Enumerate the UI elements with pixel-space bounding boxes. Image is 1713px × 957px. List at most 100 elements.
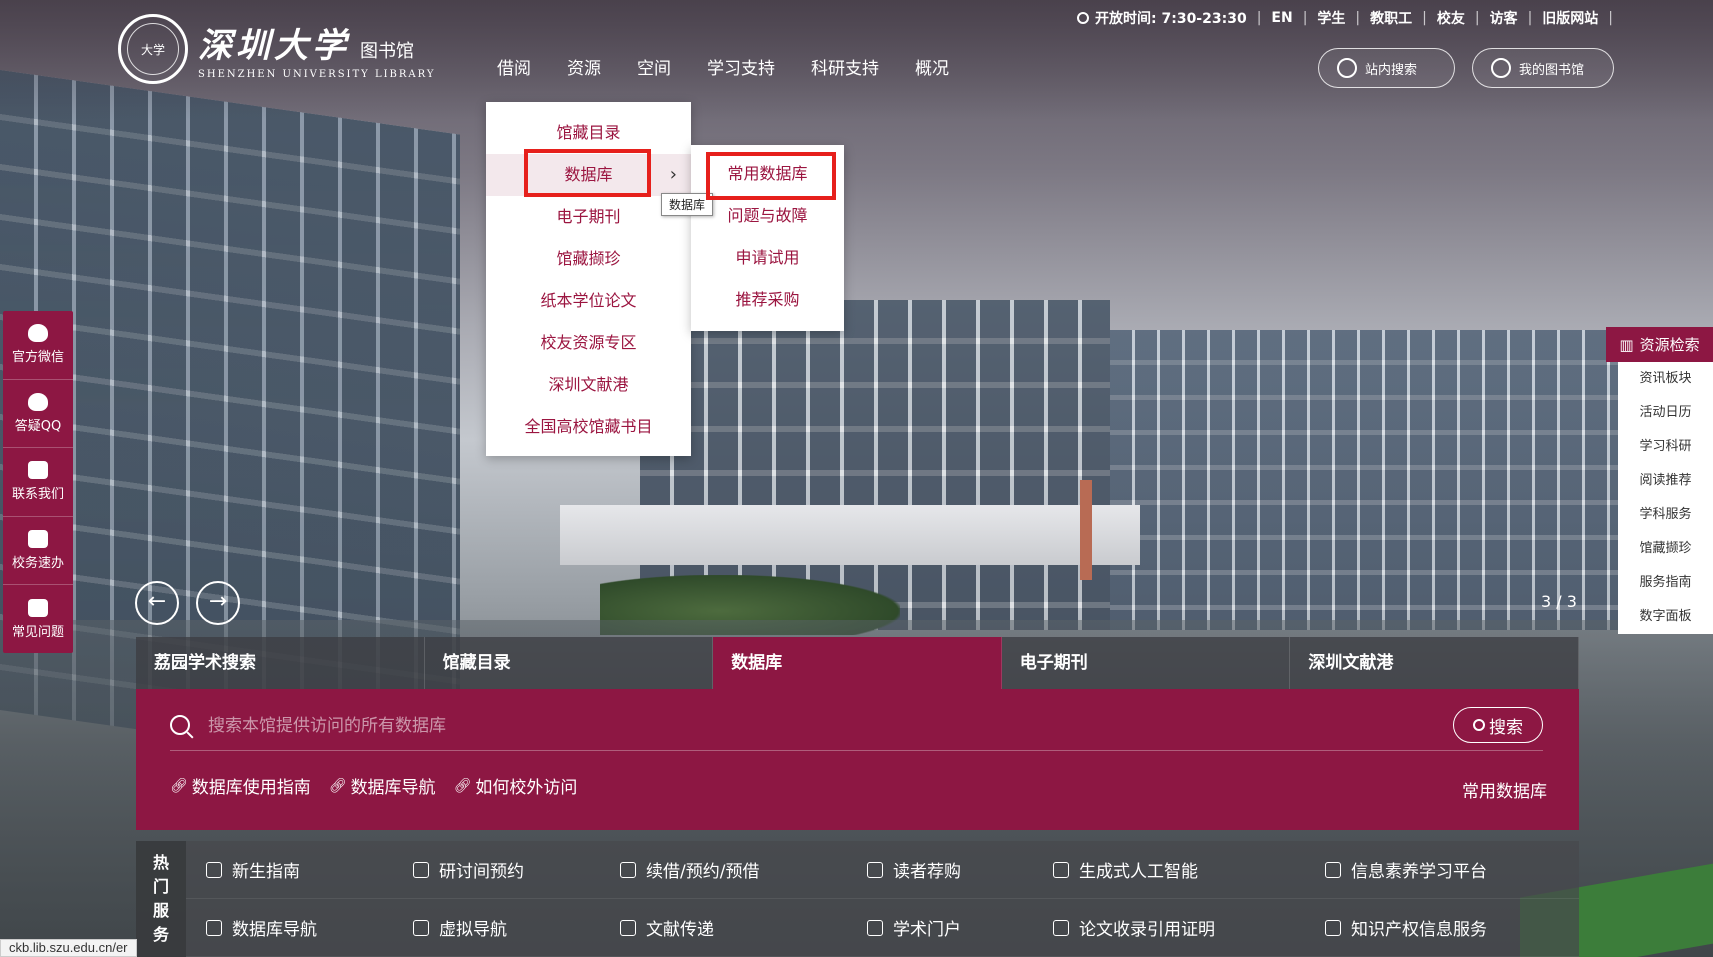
side-nav-calendar[interactable]: 活动日历: [1618, 396, 1713, 430]
common-db-button[interactable]: 常用数据库: [1462, 777, 1547, 802]
status-url-bar: ckb.lib.szu.edu.cn/er: [0, 939, 137, 957]
top-utility-bar: 开放时间: 7:30-23:30 | EN | 学生 | 教职工 | 校友 | …: [1077, 8, 1623, 28]
quick-faq[interactable]: 常见问题: [3, 585, 73, 653]
service-ip-info[interactable]: 知识产权信息服务: [1305, 899, 1579, 957]
nav-overview[interactable]: 概况: [897, 54, 967, 84]
book-icon: ▥: [1619, 335, 1634, 354]
link-icon: 🔗︎: [328, 777, 347, 794]
nav-resources[interactable]: 资源: [549, 54, 619, 84]
menu-item-print-theses[interactable]: 纸本学位论文: [486, 280, 691, 322]
link-old-site[interactable]: 旧版网站: [1542, 8, 1598, 28]
quick-contact[interactable]: 联系我们: [3, 448, 73, 517]
search-doc-icon: [1053, 919, 1069, 936]
side-nav-dashboard[interactable]: 数字面板: [1618, 600, 1713, 634]
guide-icon: [206, 861, 222, 878]
service-info-literacy[interactable]: 信息素养学习平台: [1305, 841, 1579, 899]
link-staff[interactable]: 教职工: [1370, 8, 1412, 28]
carousel-counter: 3 / 3: [1541, 592, 1577, 611]
nav-borrow[interactable]: 借阅: [497, 54, 549, 84]
tab-shenzhen-docs[interactable]: 深圳文献港: [1290, 637, 1579, 689]
tab-academic-search[interactable]: 荔园学术搜索: [136, 637, 425, 689]
resource-search-header[interactable]: ▥ 资源检索: [1606, 327, 1713, 362]
service-document-delivery[interactable]: 文献传递: [600, 899, 847, 957]
submenu-item-trial[interactable]: 申请试用: [691, 237, 844, 279]
person-icon: [1325, 861, 1341, 878]
link-icon: 🔗︎: [453, 777, 472, 794]
carousel-next-button[interactable]: →: [196, 581, 240, 625]
menu-item-national-catalog[interactable]: 全国高校馆藏书目: [486, 406, 691, 448]
nav-research-support[interactable]: 科研支持: [793, 54, 897, 84]
service-citation-proof[interactable]: 论文收录引用证明: [1033, 899, 1305, 957]
submenu-item-issues[interactable]: 问题与故障: [691, 195, 844, 237]
window-icon: [867, 919, 883, 936]
inbox-icon: [28, 530, 48, 549]
main-nav: 借阅 资源 空间 学习支持 科研支持 概况: [497, 54, 967, 84]
nav-learning-support[interactable]: 学习支持: [689, 54, 793, 84]
globe-lock-icon: [1325, 919, 1341, 936]
hot-services-label: 热 门 服 务: [136, 841, 186, 957]
search-icon: [170, 715, 190, 735]
site-search-button[interactable]: 站内搜索: [1318, 48, 1455, 88]
quick-qq[interactable]: 答疑QQ: [3, 380, 73, 449]
quick-wechat[interactable]: 官方微信: [3, 311, 73, 380]
tab-ejournals[interactable]: 电子期刊: [1001, 637, 1291, 689]
service-generative-ai[interactable]: 生成式人工智能: [1033, 841, 1305, 899]
side-nav-collections[interactable]: 馆藏撷珍: [1618, 532, 1713, 566]
menu-item-special-collections[interactable]: 馆藏撷珍: [486, 238, 691, 280]
side-nav-subject[interactable]: 学科服务: [1618, 498, 1713, 532]
quick-affairs[interactable]: 校务速办: [3, 517, 73, 586]
menu-item-database[interactable]: 数据库 ›: [486, 154, 691, 196]
link-visitor[interactable]: 访客: [1490, 8, 1518, 28]
link-icon: 🔗︎: [170, 777, 188, 794]
phone-icon: [28, 461, 48, 480]
university-name: 深圳大学: [198, 26, 350, 66]
side-nav-study-research[interactable]: 学习科研: [1618, 430, 1713, 464]
stack-icon: [620, 919, 636, 936]
clock-icon: [1077, 12, 1090, 24]
menu-item-catalog[interactable]: 馆藏目录: [486, 112, 691, 154]
search-icon: [1337, 58, 1357, 78]
link-offcampus-access[interactable]: 🔗︎ 如何校外访问: [453, 773, 578, 799]
my-library-button[interactable]: 我的图书馆: [1472, 48, 1614, 88]
carousel-prev-button[interactable]: ←: [135, 581, 179, 625]
side-nav-reading[interactable]: 阅读推荐: [1618, 464, 1713, 498]
side-nav-news[interactable]: 资讯板块: [1618, 362, 1713, 396]
submenu-item-common-db[interactable]: 常用数据库: [691, 153, 844, 195]
nav-space[interactable]: 空间: [619, 54, 689, 84]
compass-icon: [206, 919, 222, 936]
service-purchase-recommend[interactable]: 读者荐购: [847, 841, 1033, 899]
globe-icon: [1053, 861, 1069, 878]
tab-catalog[interactable]: 馆藏目录: [424, 637, 714, 689]
university-seal-icon: 大学: [118, 14, 188, 84]
link-db-guide[interactable]: 🔗︎ 数据库使用指南: [170, 773, 311, 799]
link-alumni[interactable]: 校友: [1437, 8, 1465, 28]
qq-icon: [28, 392, 48, 411]
menu-item-alumni-resources[interactable]: 校友资源专区: [486, 322, 691, 364]
side-nav-guide[interactable]: 服务指南: [1618, 566, 1713, 600]
link-db-navigation[interactable]: 🔗︎ 数据库导航: [328, 773, 436, 799]
document-icon: [413, 919, 429, 936]
search-button[interactable]: 搜索: [1453, 707, 1543, 743]
service-db-navigation[interactable]: 数据库导航: [186, 899, 393, 957]
opening-hours: 开放时间: 7:30-23:30: [1095, 11, 1247, 27]
menu-item-shenzhen-docs[interactable]: 深圳文献港: [486, 364, 691, 406]
service-freshman-guide[interactable]: 新生指南: [186, 841, 393, 899]
service-renew-reserve[interactable]: 续借/预约/预借: [600, 841, 847, 899]
right-side-nav: 资讯板块 活动日历 学习科研 阅读推荐 学科服务 馆藏撷珍 服务指南 数字面板: [1618, 362, 1713, 634]
tab-database[interactable]: 数据库: [713, 637, 1002, 689]
calendar-check-icon: [413, 861, 429, 878]
database-submenu: 常用数据库 问题与故障 申请试用 推荐采购: [691, 145, 844, 331]
search-panel: 搜索 🔗︎ 数据库使用指南 🔗︎ 数据库导航 🔗︎ 如何校外访问 常用数据库: [136, 689, 1579, 830]
chevron-right-icon: ›: [669, 164, 677, 185]
resources-dropdown: 馆藏目录 数据库 › 电子期刊 馆藏撷珍 纸本学位论文 校友资源专区 深圳文献港…: [486, 102, 691, 456]
library-name-en: SHENZHEN UNIVERSITY LIBRARY: [198, 69, 436, 80]
database-search-input[interactable]: [208, 709, 1308, 743]
library-logo[interactable]: 大学 深圳大学 图书馆 SHENZHEN UNIVERSITY LIBRARY: [118, 14, 435, 84]
link-en[interactable]: EN: [1271, 10, 1292, 26]
service-room-booking[interactable]: 研讨间预约: [393, 841, 600, 899]
link-student[interactable]: 学生: [1317, 8, 1345, 28]
submenu-item-recommend[interactable]: 推荐采购: [691, 279, 844, 321]
service-virtual-tour[interactable]: 虚拟导航: [393, 899, 600, 957]
service-academic-portal[interactable]: 学术门户: [847, 899, 1033, 957]
wechat-icon: [28, 324, 48, 343]
